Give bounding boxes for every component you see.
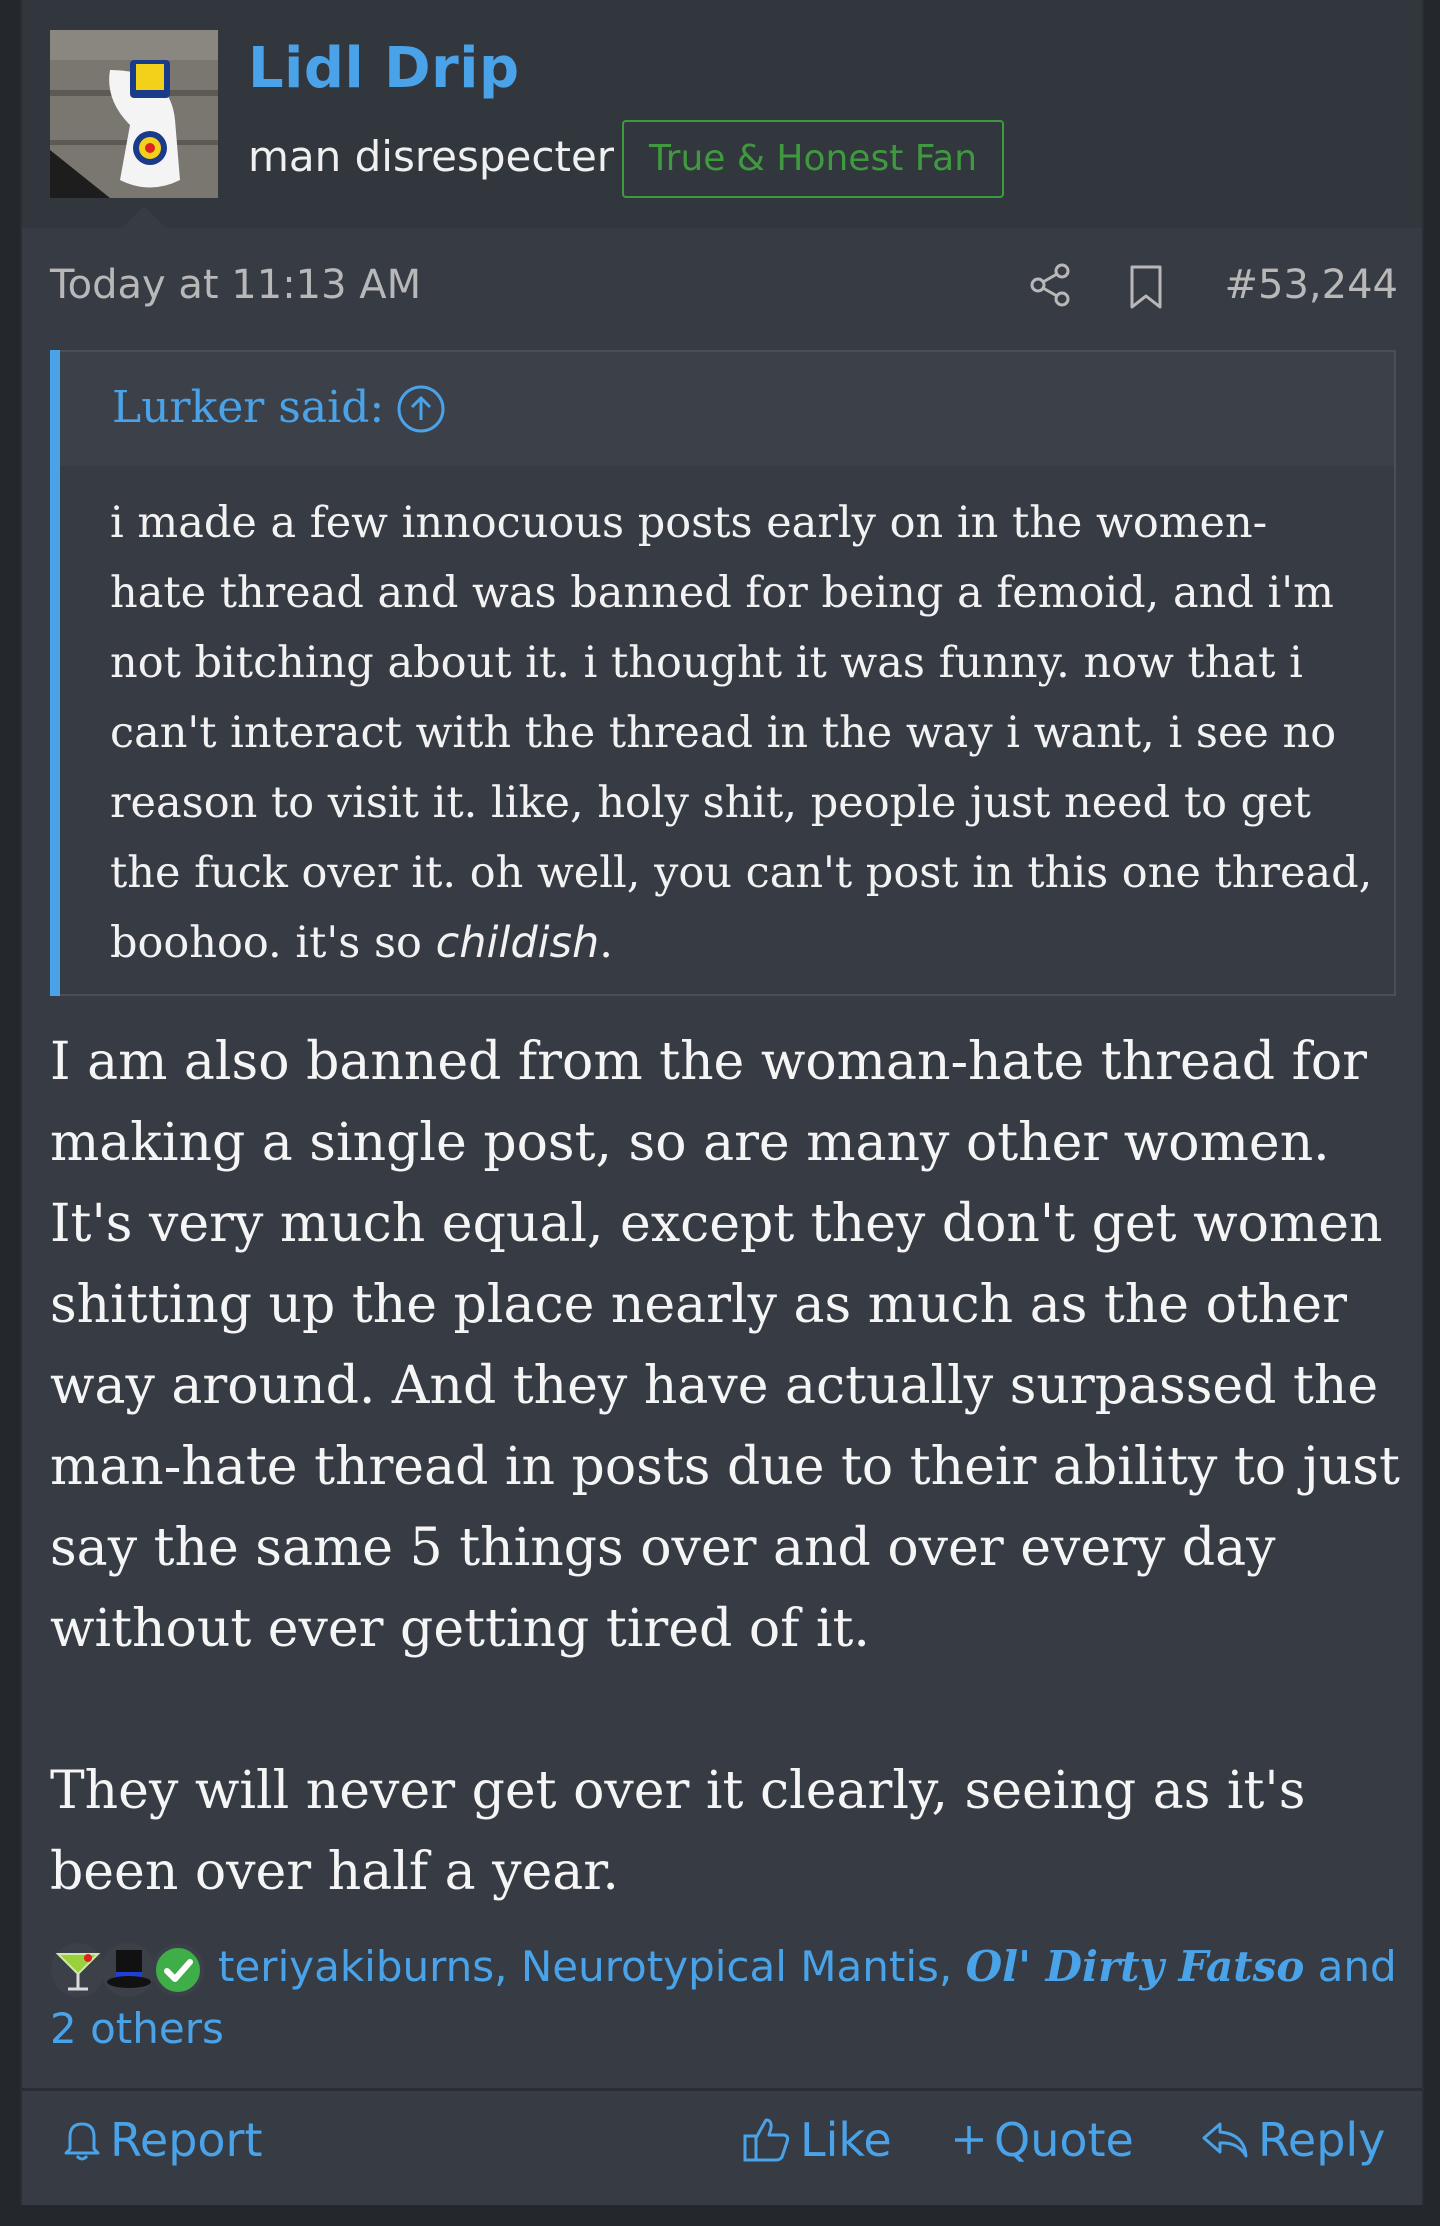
reply-arrow-icon [1202,2122,1248,2158]
like-button[interactable]: Like [742,2110,892,2170]
quote-button[interactable]: Quote [952,2110,1134,2170]
post-paragraph: They will never get over it clearly, see… [50,1761,1306,1902]
post-paragraph: I am also banned from the woman-hate thr… [50,1032,1400,1659]
user-banner: True & Honest Fan [622,120,1004,198]
quote-emphasis: childish [435,918,600,968]
post: Lidl Drip man disrespecter True & Honest… [20,0,1424,2205]
reply-label: Reply [1258,2113,1386,2167]
quote-block: Lurker said: i made a few innocuous post… [50,350,1396,996]
quote-line-text: boohoo. it's so [110,918,436,968]
avatar-image [50,30,218,198]
report-label: Report [110,2113,263,2167]
quote-author[interactable]: Lurker said: [112,382,384,433]
reaction-name-fancy[interactable]: Ol' Dirty Fatso [966,1942,1305,1991]
arrow-up-circle-icon[interactable] [396,384,446,434]
quote-line: boohoo. it's so childish. [110,908,1374,978]
quote-line: reason to visit it. like, holy shit, peo… [110,778,1311,828]
post-number[interactable]: #53,244 [1225,262,1398,308]
footer-divider [22,2088,1422,2091]
quote-line: i made a few innocuous posts early on in… [110,498,1268,548]
avatar-pointer [122,206,166,228]
check-icon [152,1943,204,1996]
like-label: Like [800,2113,892,2167]
quote-accent-bar [50,350,60,996]
reaction-icons[interactable] [50,1942,210,1998]
thumbs-up-icon [743,2118,790,2162]
cocktail-icon [51,1942,105,1997]
quote-line: not bitching about it. i thought it was … [110,638,1303,688]
avatar[interactable] [50,30,218,198]
quote-line-end: . [599,918,613,968]
quote-line: hate thread and was banned for being a f… [110,568,1334,618]
user-header: Lidl Drip man disrespecter True & Honest… [22,0,1422,228]
report-button[interactable]: Report [62,2110,263,2170]
quote-header: Lurker said: [60,352,1394,466]
bookmark-icon[interactable] [1126,264,1166,310]
reaction-names[interactable]: teriyakiburns, Neurotypical Mantis, [218,1942,966,1991]
reply-button[interactable]: Reply [1200,2110,1385,2170]
quote-text: i made a few innocuous posts early on in… [110,488,1374,978]
quote-label: Quote [994,2113,1134,2167]
post-body: I am also banned from the woman-hate thr… [50,1022,1410,1913]
post-timestamp[interactable]: Today at 11:13 AM [50,262,421,308]
share-icon[interactable] [1028,262,1074,308]
plus-icon [955,2126,983,2154]
bell-icon [64,2122,100,2161]
reactions-bar[interactable]: teriyakiburns, Neurotypical Mantis, Ol' … [50,1936,1400,2060]
top-hat-icon [101,1942,155,1997]
user-title: man disrespecter [248,132,615,181]
quote-line: can't interact with the thread in the wa… [110,708,1337,758]
username[interactable]: Lidl Drip [248,36,520,101]
quote-line: the fuck over it. oh well, you can't pos… [110,848,1373,898]
